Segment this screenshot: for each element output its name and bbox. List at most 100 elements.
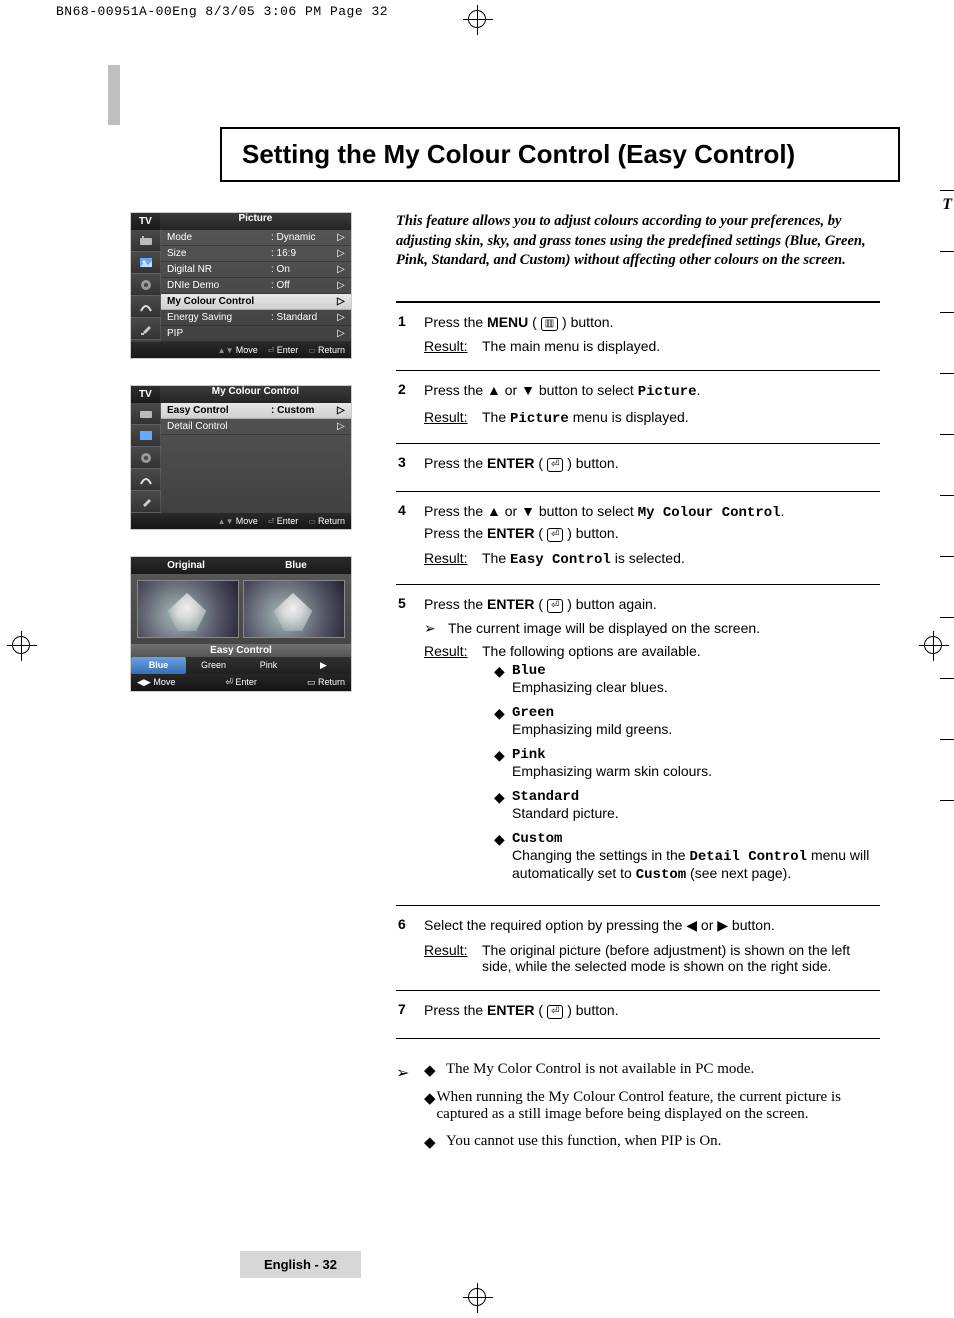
note-item: ◆You cannot use this function, when PIP … [424,1133,880,1151]
note-item: ◆When running the My Colour Control feat… [424,1089,880,1123]
osd-row: DNIe Demo: Off▷ [161,278,351,294]
preview-image-original [137,580,239,638]
preview-band-label: Easy Control [131,644,351,657]
option-desc: Emphasizing mild greens. [512,721,672,737]
option-desc: Emphasizing warm skin colours. [512,763,712,779]
sound-icon [131,274,161,296]
result-text: The Easy Control is selected. [482,550,685,568]
option-desc: Emphasizing clear blues. [512,679,668,695]
result-text: The original picture (before adjustment)… [482,942,880,974]
option-name: Standard [512,789,880,805]
text: Press the [424,314,487,330]
ec-option: Blue [131,657,186,674]
step: 6 Select the required option by pressing… [396,905,880,990]
text: . [781,503,785,519]
ec-option: Pink [241,657,296,674]
diamond-bullet-icon: ◆ [424,1133,446,1151]
steps-list: 1 Press the MENU ( ▥ ) button. Result:Th… [396,301,880,1040]
osd-hint-return: Return [308,345,345,355]
osd-row: Digital NR: On▷ [161,262,351,278]
diamond-bullet-icon: ◆ [494,663,512,695]
ec-option: Green [186,657,241,674]
step-number: 3 [396,454,424,480]
step-number: 7 [396,1001,424,1027]
diamond-bullet-icon: ◆ [494,747,512,779]
page-number: English - 32 [240,1251,361,1278]
osd-hint-return: Return [308,516,345,526]
text: ( [534,455,546,471]
preview-mode-label: Blue [241,557,351,574]
ec-hint-return: Return [307,677,345,688]
option-name: Green [512,705,880,721]
page-title: Setting the My Colour Control (Easy Cont… [220,127,900,182]
ec-hint-move: Move [137,677,175,688]
option-item: ◆PinkEmphasizing warm skin colours. [494,747,880,779]
diamond-bullet-icon: ◆ [494,789,512,821]
note-text: You cannot use this function, when PIP i… [446,1133,721,1151]
option-name: Blue [512,663,880,679]
osd-sidebar-icons [131,403,161,513]
note-item: ◆The My Color Control is not available i… [424,1061,880,1079]
option-name: Custom [512,831,880,847]
preview-image-adjusted [243,580,345,638]
menu-button-icon: ▥ [541,317,558,331]
step: 3 Press the ENTER ( ⏎ ) button. [396,443,880,492]
note-arrow-icon: ➢ [396,1061,424,1161]
result-text: The following options are available. [482,643,701,659]
osd-row-selected: My Colour Control▷ [161,294,351,310]
result-label: Result: [424,409,482,427]
osd-picture-menu: TV Picture Mode: Dynamic▷ Size: 16:9▷ [130,212,352,359]
note-text: The My Color Control is not available in… [446,1061,754,1079]
step-number: 2 [396,381,424,431]
step: 1 Press the MENU ( ▥ ) button. Result:Th… [396,301,880,371]
option-item: ◆BlueEmphasizing clear blues. [494,663,880,695]
ec-option-more: ▶ [296,657,351,674]
text: Press the [424,596,487,612]
option-item: ◆CustomChanging the settings in the Deta… [494,831,880,883]
enter-button-icon: ⏎ [547,599,563,613]
enter-button-icon: ⏎ [547,528,563,542]
step-text: Select the required option by pressing t… [424,916,880,936]
step-number: 1 [396,313,424,359]
result-label: Result: [424,942,482,974]
osd-row: PIP▷ [161,326,351,342]
result-text: The main menu is displayed. [482,338,660,354]
enter-button-icon: ⏎ [547,1005,563,1019]
input-icon [131,230,161,252]
notes-block: ➢ ◆The My Color Control is not available… [396,1061,880,1161]
page-footer: English - 32 [240,1251,900,1278]
sound-icon [131,447,161,469]
picture-icon [131,252,161,274]
option-item: ◆StandardStandard picture. [494,789,880,821]
option-item: ◆GreenEmphasizing mild greens. [494,705,880,737]
osd-title: Picture [160,213,351,230]
enter-keyword: ENTER [487,455,534,471]
margin-grey-bar [108,65,120,125]
note-text: The current image will be displayed on t… [448,620,760,637]
text: Press the ▲ or ▼ button to select [424,503,638,519]
note-text: When running the My Colour Control featu… [437,1089,881,1123]
keyword: My Colour Control [638,505,781,521]
osd-hint-enter: Enter [268,345,298,355]
ec-hint-enter: Enter [225,677,257,688]
osd-tab: TV [131,386,160,403]
diamond-bullet-icon: ◆ [494,705,512,737]
diamond-bullet-icon: ◆ [424,1061,446,1079]
osd-tab: TV [131,213,160,230]
text: Press the [424,455,487,471]
osd-row: Size: 16:9▷ [161,246,351,262]
intro-paragraph: This feature allows you to adjust colour… [396,212,880,271]
text: Press the [424,1002,487,1018]
preview-original-label: Original [131,557,241,574]
diamond-bullet-icon: ◆ [424,1089,437,1123]
osd-easycontrol-preview: Original Blue Easy Control Blue Green Pi… [130,556,352,692]
result-label: Result: [424,550,482,568]
keyword: Picture [638,384,697,400]
step: 2 Press the ▲ or ▼ button to select Pict… [396,370,880,443]
osd-sidebar-icons [131,230,161,342]
enter-keyword: ENTER [487,596,534,612]
step: 5 Press the ENTER ( ⏎ ) button again. ➢T… [396,584,880,906]
option-desc: Standard picture. [512,805,619,821]
osd-row: Detail Control▷ [161,419,351,435]
text: . [697,382,701,398]
